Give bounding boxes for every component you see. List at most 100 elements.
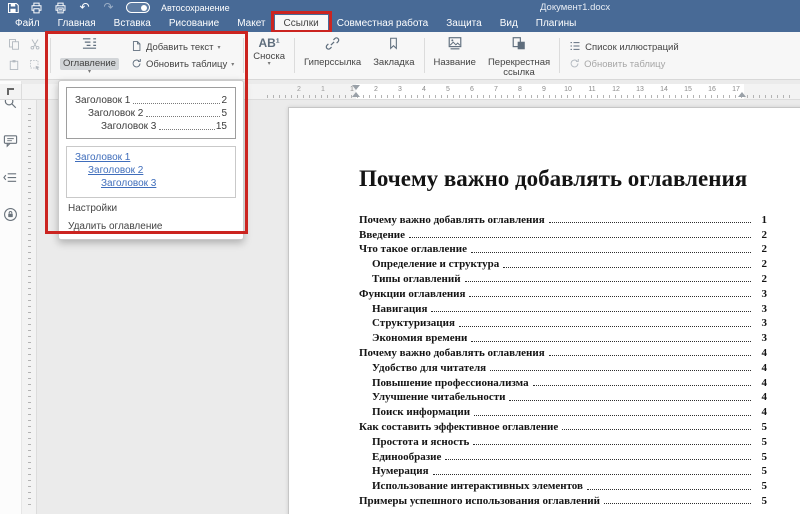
toc-preview-page: 15 xyxy=(216,121,227,132)
toc-settings-menu-item[interactable]: Настройки xyxy=(66,198,236,216)
add-text-label: Добавить текст xyxy=(146,42,214,53)
add-text-button[interactable]: Добавить текст ▾ xyxy=(131,40,234,55)
print-button[interactable] xyxy=(30,1,43,14)
protection-button[interactable] xyxy=(3,207,19,223)
ruler-numbers: 1234567891011121314151617 xyxy=(340,86,748,93)
tab-draw[interactable]: Рисование xyxy=(160,15,228,32)
toc-entry-page: 3 xyxy=(753,303,767,315)
ruler-number: 16 xyxy=(700,86,724,93)
toc-entry[interactable]: Типы оглавлений2 xyxy=(359,270,767,285)
dot-leader xyxy=(533,385,751,386)
ruler-number: 8 xyxy=(508,86,532,93)
illustrations-group: Список иллюстраций Обновить таблицу xyxy=(563,32,685,79)
copy-button[interactable] xyxy=(4,36,24,56)
toc-entry-text: Удобство для читателя xyxy=(359,362,486,374)
ruler-number: 4 xyxy=(412,86,436,93)
refresh-table-button[interactable]: Обновить таблицу ▾ xyxy=(131,58,234,72)
redo-button[interactable]: ↷ xyxy=(102,1,115,14)
toc-entry[interactable]: Функции оглавления3 xyxy=(359,285,767,300)
toc-entry[interactable]: Почему важно добавлять оглавления1 xyxy=(359,211,767,226)
ruler-margin-number: 1 xyxy=(311,86,335,93)
toc-entry[interactable]: Примеры успешного использования оглавлен… xyxy=(359,492,767,507)
navigation-button[interactable] xyxy=(3,170,19,186)
application-window: ↶ ↷ Автосохранение Документ1.docx Файл Г… xyxy=(0,0,800,514)
autosave-toggle[interactable] xyxy=(126,2,150,13)
tab-layout[interactable]: Макет xyxy=(228,15,274,32)
indent-marker[interactable] xyxy=(352,85,361,97)
document-page[interactable]: Почему важно добавлять оглавления Почему… xyxy=(288,107,800,514)
toc-entry-text: Введение xyxy=(359,229,405,241)
document-heading[interactable]: Почему важно добавлять оглавления xyxy=(359,166,747,192)
tab-view[interactable]: Вид xyxy=(491,15,527,32)
toc-entry[interactable]: Поиск информации4 xyxy=(359,403,767,418)
tab-home[interactable]: Главная xyxy=(49,15,105,32)
document-toc-field[interactable]: Почему важно добавлять оглавления1 Введе… xyxy=(359,211,767,507)
dot-leader xyxy=(469,296,751,297)
hyperlink-button[interactable]: Гиперссылка xyxy=(298,32,367,79)
document-title: Документ1.docx xyxy=(540,2,610,13)
toc-entry[interactable]: Почему важно добавлять оглавления4 xyxy=(359,344,767,359)
navigation-headings-icon xyxy=(3,172,18,189)
chevron-down-icon: ▾ xyxy=(88,70,91,75)
toc-preview-label: Заголовок 3 xyxy=(75,121,156,132)
undo-button[interactable]: ↶ xyxy=(78,1,91,14)
bookmark-label: Закладка xyxy=(373,58,414,68)
ruler-ticks xyxy=(267,95,794,98)
toc-preview-link: Заголовок 2 xyxy=(88,165,143,176)
toc-preview-link-row: Заголовок 1 xyxy=(75,152,227,165)
toc-entry-text: Единообразие xyxy=(359,451,441,463)
tab-references[interactable]: Ссылки xyxy=(275,15,328,32)
toc-entry[interactable]: Использование интерактивных элементов5 xyxy=(359,477,767,492)
tab-file[interactable]: Файл xyxy=(6,15,49,32)
toc-entry[interactable]: Улучшение читабельности4 xyxy=(359,389,767,404)
toc-style-option-classic[interactable]: Заголовок 12 Заголовок 25 Заголовок 315 xyxy=(66,87,236,139)
tab-insert[interactable]: Вставка xyxy=(105,15,160,32)
toc-style-option-links[interactable]: Заголовок 1 Заголовок 2 Заголовок 3 xyxy=(66,146,236,198)
table-of-figures-button[interactable]: Список иллюстраций xyxy=(569,40,679,55)
toc-entry-page: 3 xyxy=(753,332,767,344)
toc-entry[interactable]: Удобство для читателя4 xyxy=(359,359,767,374)
toc-entry[interactable]: Навигация3 xyxy=(359,300,767,315)
toc-entry[interactable]: Определение и структура2 xyxy=(359,255,767,270)
ruler-number: 2 xyxy=(364,86,388,93)
dot-leader xyxy=(459,326,751,327)
toc-entry-page: 5 xyxy=(753,421,767,433)
caption-button[interactable]: Название xyxy=(428,32,482,79)
ribbon-tabbar: Файл Главная Вставка Рисование Макет Ссы… xyxy=(0,15,800,32)
caption-icon xyxy=(447,36,463,56)
paste-button[interactable] xyxy=(4,57,24,77)
redo-icon: ↷ xyxy=(103,2,113,13)
toc-entry[interactable]: Единообразие 5 xyxy=(359,448,767,463)
toc-entry[interactable]: Введение2 xyxy=(359,226,767,241)
tab-collaboration[interactable]: Совместная работа xyxy=(328,15,438,32)
tab-protection[interactable]: Защита xyxy=(437,15,490,32)
quick-print-button[interactable] xyxy=(54,1,67,14)
dot-leader xyxy=(490,370,751,371)
toolbar-divider xyxy=(424,38,425,73)
table-of-contents-button[interactable]: Оглавление ▾ xyxy=(54,32,125,79)
toc-remove-menu-item[interactable]: Удалить оглавление xyxy=(66,216,236,234)
toc-entry[interactable]: Что такое оглавление2 xyxy=(359,241,767,256)
footnote-button[interactable]: AB¹ Сноска ▾ xyxy=(247,32,291,79)
save-button[interactable] xyxy=(6,1,19,14)
toc-entry[interactable]: Структуризация3 xyxy=(359,315,767,330)
toc-entry[interactable]: Экономия времени3 xyxy=(359,329,767,344)
copy-icon xyxy=(8,37,20,55)
tab-plugins[interactable]: Плагины xyxy=(527,15,586,32)
toc-tools-group: Добавить текст ▾ Обновить таблицу ▾ xyxy=(125,32,240,79)
toc-entry[interactable]: Как составить эффективное оглавление5 xyxy=(359,418,767,433)
toc-entry[interactable]: Простота и ясность5 xyxy=(359,433,767,448)
toc-entry-page: 5 xyxy=(753,451,767,463)
ruler-number: 5 xyxy=(436,86,460,93)
right-indent-marker[interactable] xyxy=(738,92,746,97)
tab-stop-selector-icon[interactable] xyxy=(7,88,14,95)
bookmark-button[interactable]: Закладка xyxy=(367,32,420,79)
toc-entry-page: 2 xyxy=(753,243,767,255)
toc-entry[interactable]: Повышение профессионализма4 xyxy=(359,374,767,389)
cut-button[interactable] xyxy=(25,36,45,56)
dot-leader xyxy=(503,267,751,268)
comments-button[interactable] xyxy=(3,133,19,149)
select-button[interactable] xyxy=(25,57,45,77)
toc-entry[interactable]: Нумерация5 xyxy=(359,463,767,478)
cross-reference-button[interactable]: Перекрестнаяссылка xyxy=(482,32,556,79)
